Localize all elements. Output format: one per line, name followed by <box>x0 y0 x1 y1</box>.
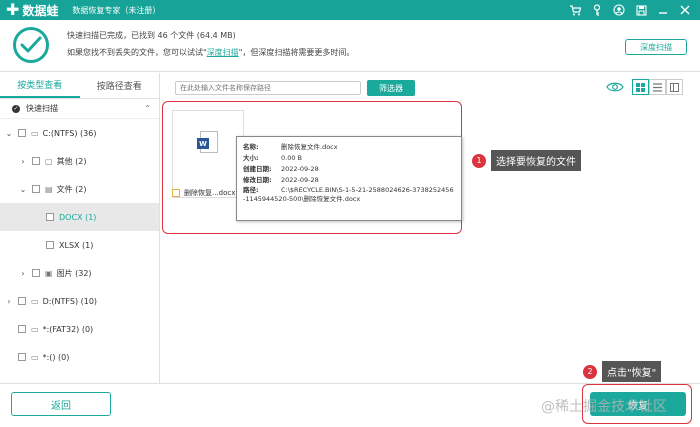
tab-by-type[interactable]: 按类型查看 <box>0 73 80 98</box>
document-icon: ▤ <box>45 184 53 194</box>
tree-item-label: *:(FAT32) (0) <box>42 324 94 334</box>
annotation-step-1: 1 选择要恢复的文件 <box>472 150 581 171</box>
tree-item-label: *:() (0) <box>42 352 70 362</box>
close-icon[interactable] <box>676 2 694 18</box>
tree-item[interactable]: ▭ *:(FAT32) (0) <box>0 315 159 343</box>
tree-checkbox[interactable] <box>32 269 40 277</box>
step-label: 选择要恢复的文件 <box>491 150 581 171</box>
user-icon[interactable] <box>610 2 628 18</box>
folder-icon: ▢ <box>45 156 53 166</box>
tree-checkbox[interactable] <box>18 129 26 137</box>
step-number-badge: 1 <box>472 153 486 168</box>
tree-item-label: 文件 (2) <box>56 184 87 194</box>
drive-icon: ▭ <box>31 296 39 306</box>
deep-scan-link[interactable]: 深度扫描 <box>207 48 239 57</box>
watermark: @稀土掘金技术社区 <box>541 399 667 415</box>
tree-item-label: D:(NTFS) (10) <box>42 296 98 306</box>
tree-checkbox[interactable] <box>46 213 54 221</box>
tree-item[interactable]: › ▢ 其他 (2) <box>0 147 159 175</box>
file-info-tooltip: 名称: 删除恢复文件.docx 大小: 0.00 B 创建日期: 2022-09-28… <box>236 136 462 221</box>
left-panel: 按类型查看 按路径查看 ✓ 快速扫描 ⌃ ⌄ ▭ C:(NTFS) (36) › ▢ 其他… <box>0 73 160 383</box>
scan-hint: 如果您找不到丢失的文件，您可以试试"深度扫描"，但深度扫描将需要更多时间。 <box>67 48 355 57</box>
tree-checkbox[interactable] <box>46 241 54 249</box>
logo-cross-icon: ✚ <box>6 0 20 19</box>
chevron-right-icon[interactable]: › <box>18 157 28 166</box>
detail-view-icon[interactable] <box>666 79 683 95</box>
save-icon[interactable] <box>632 2 650 18</box>
eye-icon[interactable] <box>606 80 624 94</box>
logo-text: 数据蛙 <box>22 3 59 18</box>
tree-item[interactable]: ▭ *:() (0) <box>0 343 159 371</box>
annotation-step-2: 2 点击"恢复" <box>583 361 662 382</box>
tree-item[interactable]: › ▭ D:(NTFS) (10) <box>0 287 159 315</box>
drive-icon: ▭ <box>31 324 39 334</box>
view-mode-switcher <box>632 79 683 95</box>
tree-item[interactable]: XLSX (1) <box>0 231 159 259</box>
file-checkbox[interactable] <box>172 189 180 197</box>
tree-checkbox[interactable] <box>32 185 40 193</box>
list-view-icon[interactable] <box>649 79 666 95</box>
tree-item[interactable]: ⌄ ▭ C:(NTFS) (36) <box>0 119 159 147</box>
scan-status-panel: 快速扫描已完成，已找到 46 个文件 (64.4 MB) 如果您找不到丢失的文件… <box>0 20 700 72</box>
tree-checkbox[interactable] <box>18 297 26 305</box>
title-bar: ✚ 数据蛙 数据恢复专家（未注册） <box>0 0 700 20</box>
file-type-tree: ⌄ ▭ C:(NTFS) (36) › ▢ 其他 (2) ⌄ ▤ 文件 (2) DOCX (1) X… <box>0 119 159 371</box>
window-controls <box>562 0 694 20</box>
drive-icon: ▭ <box>31 352 39 362</box>
tooltip-modified: 2022-09-28 <box>281 176 319 184</box>
tree-item[interactable]: ⌄ ▤ 文件 (2) <box>0 175 159 203</box>
tree-item[interactable]: › ▣ 图片 (32) <box>0 259 159 287</box>
file-item[interactable]: 删除恢复...docx <box>172 188 244 198</box>
app-logo: ✚ 数据蛙 <box>6 2 58 19</box>
quick-scan-label: 快速扫描 <box>26 104 58 113</box>
scan-summary: 快速扫描已完成，已找到 46 个文件 (64.4 MB) <box>67 31 236 40</box>
tree-checkbox[interactable] <box>18 353 26 361</box>
step-number-badge: 2 <box>583 364 597 379</box>
tree-item-label: 图片 (32) <box>56 268 92 278</box>
chevron-right-icon[interactable]: › <box>18 269 28 278</box>
tree-item-label: 其他 (2) <box>56 156 87 166</box>
tooltip-created: 2022-09-28 <box>281 165 319 173</box>
tree-item-label: DOCX (1) <box>59 212 97 222</box>
back-button[interactable]: 返回 <box>11 392 111 416</box>
key-icon[interactable] <box>588 2 606 18</box>
search-input[interactable] <box>180 84 350 92</box>
minimize-icon[interactable] <box>654 2 672 18</box>
tree-item[interactable]: DOCX (1) <box>0 203 159 231</box>
chevron-down-icon[interactable]: ⌄ <box>4 129 14 138</box>
chevron-right-icon[interactable]: › <box>4 297 14 306</box>
cart-icon[interactable] <box>566 2 584 18</box>
tooltip-size: 0.00 B <box>281 154 302 162</box>
chevron-down-icon[interactable]: ⌄ <box>18 185 28 194</box>
drive-icon: ▭ <box>31 128 39 138</box>
deep-scan-button[interactable]: 深度扫描 <box>625 39 687 55</box>
view-tabs: 按类型查看 按路径查看 <box>0 73 159 99</box>
step-label: 点击"恢复" <box>602 361 662 382</box>
tab-by-path[interactable]: 按路径查看 <box>80 73 160 98</box>
image-icon: ▣ <box>45 268 53 278</box>
tree-item-label: XLSX (1) <box>59 240 94 250</box>
app-title: 数据恢复专家（未注册） <box>72 5 161 15</box>
search-box[interactable] <box>175 81 361 95</box>
filter-button[interactable]: 筛选器 <box>367 80 415 96</box>
collapse-icon[interactable]: ⌃ <box>144 104 151 113</box>
quick-scan-header[interactable]: ✓ 快速扫描 ⌃ <box>0 99 159 119</box>
tree-checkbox[interactable] <box>32 157 40 165</box>
check-circle-icon <box>13 27 49 63</box>
file-name: 删除恢复...docx <box>184 189 236 197</box>
tree-item-label: C:(NTFS) (36) <box>42 128 97 138</box>
word-document-icon: W <box>197 131 218 153</box>
quick-scan-check-icon: ✓ <box>12 104 20 113</box>
grid-view-icon[interactable] <box>632 79 649 95</box>
file-card[interactable]: W <box>172 110 244 198</box>
tree-checkbox[interactable] <box>18 325 26 333</box>
tooltip-name: 删除恢复文件.docx <box>281 143 338 151</box>
